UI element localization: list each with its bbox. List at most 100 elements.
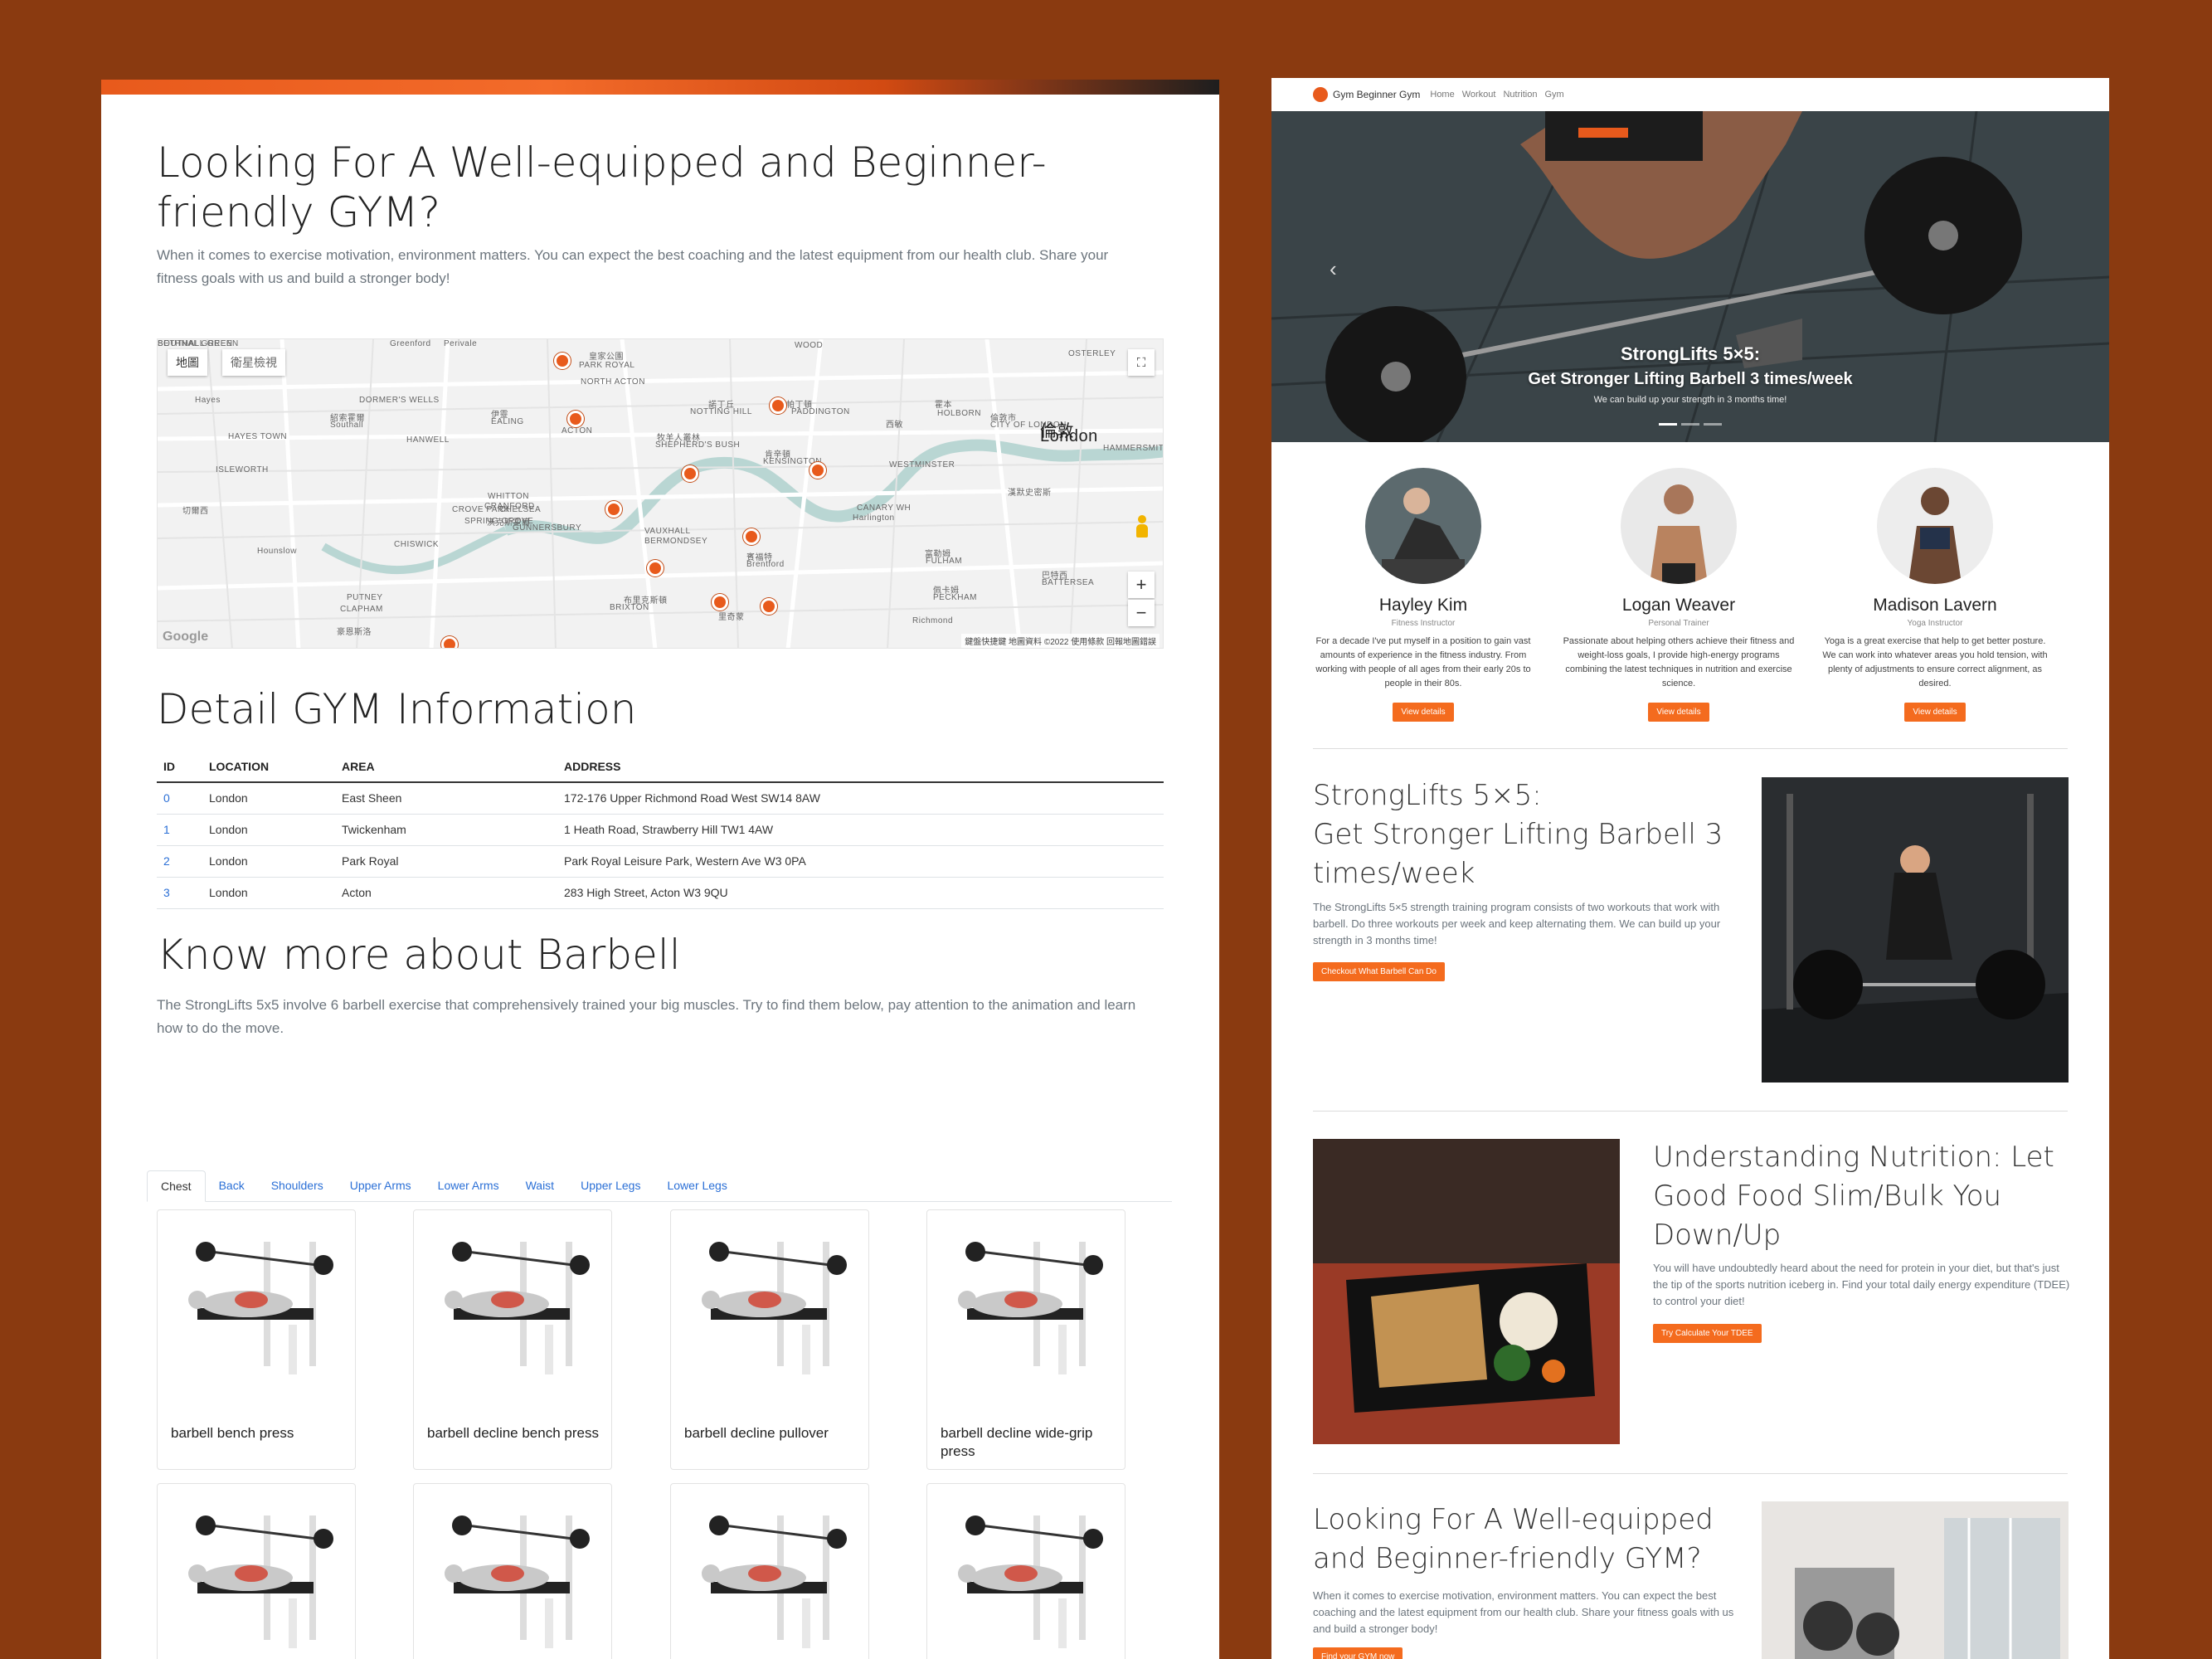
muscle-tabs: Chest Back Shoulders Upper Arms Lower Arms Wa… <box>147 1170 1172 1202</box>
exercise-card[interactable]: barbell front raise and pullover <box>157 1483 356 1659</box>
gym-pin-icon[interactable] <box>682 465 698 482</box>
tab-upper-arms[interactable]: Upper Arms <box>337 1170 425 1201</box>
tab-chest[interactable]: Chest <box>147 1170 206 1202</box>
page-title: Looking For A Well-equipped and Beginner… <box>157 139 1047 236</box>
view-details-button[interactable]: View details <box>1393 703 1454 722</box>
hero-title: StrongLifts 5×5: <box>1620 343 1761 364</box>
gym-pin-icon[interactable] <box>441 636 458 648</box>
map-label: CLAPHAM <box>340 605 383 614</box>
gym-pin-icon[interactable] <box>567 411 584 427</box>
hero-text: We can build up your strength in 3 month… <box>1593 395 1787 405</box>
find-gym-button[interactable]: Find your GYM now <box>1313 1647 1403 1659</box>
view-details-button[interactable]: View details <box>1648 703 1709 722</box>
checkout-barbell-button[interactable]: Checkout What Barbell Can Do <box>1313 962 1445 981</box>
barbell-text: The StrongLifts 5x5 involve 6 barbell ex… <box>157 997 1136 1036</box>
exercise-animation <box>958 1242 1103 1374</box>
table-row: 1 London Twickenham 1 Heath Road, Strawberr… <box>157 814 1164 846</box>
gym-pin-icon[interactable] <box>605 501 622 518</box>
exercise-card[interactable]: barbell decline bench press <box>413 1209 612 1470</box>
exercise-card[interactable]: barbell decline wide-grip press <box>926 1209 1125 1470</box>
nav-home[interactable]: Home <box>1430 90 1454 100</box>
calculate-tdee-button[interactable]: Try Calculate Your TDEE <box>1653 1324 1762 1343</box>
map-label: HAMMERSMITH <box>1103 444 1164 453</box>
view-details-button[interactable]: View details <box>1904 703 1966 722</box>
exercise-title: barbell decline wide-grip press <box>941 1425 1093 1459</box>
map-label: SHEPHERD'S BUSH <box>655 440 741 450</box>
map-label: Hounslow <box>257 547 297 556</box>
avatar <box>1365 468 1481 584</box>
tab-upper-legs[interactable]: Upper Legs <box>567 1170 654 1201</box>
exercise-card[interactable]: barbell incline bench press <box>670 1483 869 1659</box>
gym-pin-icon[interactable] <box>647 560 664 577</box>
map-label: Harlington <box>853 513 895 523</box>
nav-workout[interactable]: Workout <box>1462 90 1496 100</box>
trainer-role: Yoga Instructor <box>1907 619 1963 628</box>
trainer-bio: For a decade I've put myself in a positi… <box>1315 636 1531 688</box>
map-label: Perivale <box>444 339 478 348</box>
map-label: WHITTON <box>488 492 529 501</box>
gym-pin-icon[interactable] <box>809 462 826 479</box>
tab-back[interactable]: Back <box>206 1170 258 1201</box>
gym-pin-icon[interactable] <box>712 594 728 611</box>
fullscreen-icon[interactable]: ⛶ <box>1128 349 1155 376</box>
map-label: Southall <box>330 421 364 430</box>
zoom-out-button[interactable]: − <box>1128 600 1155 626</box>
trainer-role: Fitness Instructor <box>1391 619 1456 628</box>
tab-waist[interactable]: Waist <box>513 1170 567 1201</box>
gym-pin-icon[interactable] <box>554 353 571 369</box>
zoom-in-button[interactable]: + <box>1128 572 1155 598</box>
nav-nutrition[interactable]: Nutrition <box>1503 90 1537 100</box>
map-label: VAUXHALL <box>644 527 691 536</box>
avatar <box>1621 468 1737 584</box>
map-attribution[interactable]: 鍵盤快捷鍵 地圖資料 ©2022 使用條款 回報地圖錯誤 <box>961 634 1159 648</box>
map-label: BATTERSEA <box>1042 578 1095 587</box>
gym-id: 3 <box>157 877 202 909</box>
nav-gym[interactable]: Gym <box>1544 90 1563 100</box>
tab-lower-legs[interactable]: Lower Legs <box>654 1170 740 1201</box>
exercise-card[interactable]: barbell guillotine bench press <box>413 1483 612 1659</box>
exercise-animation <box>702 1515 847 1648</box>
map-label: HAYES TOWN <box>228 432 288 441</box>
exercise-card[interactable]: barbell decline pullover <box>670 1209 869 1470</box>
exercise-title: barbell decline pullover <box>684 1425 829 1441</box>
trainer-card-logan: Logan Weaver Personal Trainer Passionate… <box>1554 468 1803 722</box>
map-label: ISLEWORTH <box>216 465 269 474</box>
tab-lower-arms[interactable]: Lower Arms <box>425 1170 513 1201</box>
gym-id: 0 <box>157 782 202 815</box>
carousel-indicators[interactable] <box>1659 423 1722 426</box>
home-page-panel: Gym Beginner Gym Home Workout Nutrition … <box>1271 78 2109 1659</box>
pegman-icon[interactable] <box>1135 515 1150 538</box>
trainer-card-hayley: Hayley Kim Fitness Instructor For a deca… <box>1299 468 1548 722</box>
map-type-button[interactable]: 地圖 <box>168 349 207 376</box>
exercise-card[interactable]: barbell incline shoulder raise <box>926 1483 1125 1659</box>
satellite-type-button[interactable]: 衛星檢視 <box>222 349 285 376</box>
gym-pin-icon[interactable] <box>743 528 760 545</box>
nutrition-photo <box>1313 1139 1620 1444</box>
barbell-photo <box>1762 777 2069 1082</box>
exercise-animation <box>188 1242 333 1374</box>
map-label: 切爾西 <box>182 507 209 516</box>
map-label: WOOD <box>795 341 824 350</box>
gym-id: 1 <box>157 814 202 846</box>
table-row: 0 London East Sheen 172-176 Upper Richmond … <box>157 782 1164 815</box>
feature-text-nutrition: You will have undoubtedly heard about th… <box>1653 1262 2070 1307</box>
table-row: 3 London Acton 283 High Street, Acton W3 9Q… <box>157 877 1164 909</box>
map-label: FULHAM <box>926 557 963 566</box>
hero-carousel[interactable]: ‹ StrongLifts 5×5: Get Stronger Lifting … <box>1271 111 2109 442</box>
brand[interactable]: Gym Beginner Gym <box>1313 87 1420 102</box>
tab-shoulders[interactable]: Shoulders <box>258 1170 337 1201</box>
avatar <box>1877 468 1993 584</box>
map-label: Hayes <box>195 396 221 405</box>
gym-address: 1 Heath Road, Strawberry Hill TW1 4AW <box>557 814 1164 846</box>
gym-pin-icon[interactable] <box>770 397 786 414</box>
trainer-card-madison: Madison Lavern Yoga Instructor Yoga is a… <box>1811 468 2059 722</box>
gym-pin-icon[interactable] <box>761 598 777 615</box>
carousel-prev-icon[interactable]: ‹ <box>1330 256 1337 282</box>
gym-map[interactable]: 地圖 衛星檢視 ⛶ + − Google 鍵盤快捷鍵 地圖資料 ©2022 使用… <box>157 338 1164 649</box>
exercise-card[interactable]: barbell bench press <box>157 1209 356 1470</box>
col-address-header: ADDRESS <box>557 752 1164 783</box>
feature-text-barbell: The StrongLifts 5×5 strength training pr… <box>1313 901 1721 946</box>
gym-table-body: 0 London East Sheen 172-176 Upper Richmond … <box>157 782 1164 909</box>
exercise-animation <box>702 1242 847 1374</box>
gym-area: Park Royal <box>335 845 557 878</box>
